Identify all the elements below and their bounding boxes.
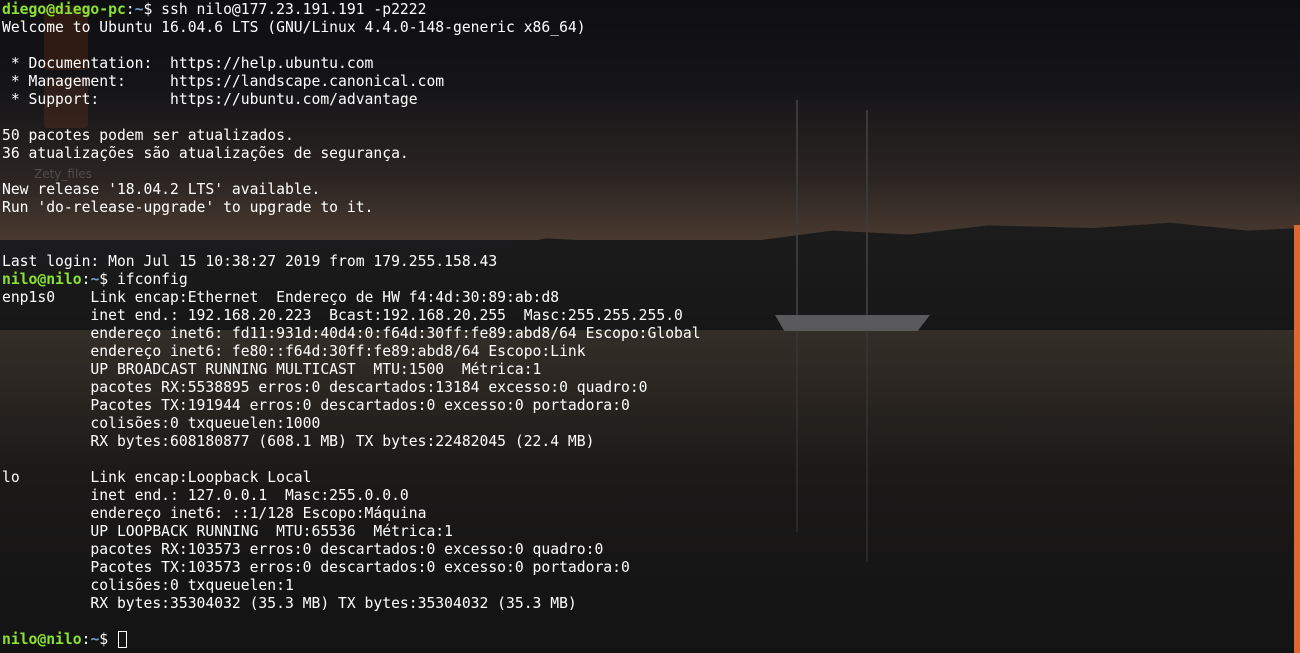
motd-line (2, 37, 1292, 55)
ifconfig-command-line: nilo@nilo:~$ ifconfig (2, 271, 188, 288)
command-text: ssh nilo@177.23.191.191 -p2222 (161, 1, 427, 18)
prompt-user: nilo@nilo (2, 631, 82, 648)
ifconfig-output: enp1s0 Link encap:Ethernet Endereço de H… (2, 289, 1292, 631)
terminal-window[interactable]: Zety_files diego@diego-pc:~$ ssh nilo@17… (0, 0, 1300, 653)
ifconfig-line: endereço inet6: fe80::f64d:30ff:fe89:abd… (2, 343, 586, 360)
motd-block: Welcome to Ubuntu 16.04.6 LTS (GNU/Linux… (2, 19, 1292, 271)
ifconfig-line (2, 613, 1292, 631)
ifconfig-line: inet end.: 192.168.20.223 Bcast:192.168.… (2, 307, 683, 324)
ifconfig-line: pacotes RX:5538895 erros:0 descartados:1… (2, 379, 648, 396)
motd-line: * Support: https://ubuntu.com/advantage (2, 91, 418, 108)
ifconfig-line: pacotes RX:103573 erros:0 descartados:0 … (2, 541, 604, 558)
motd-line: * Documentation: https://help.ubuntu.com (2, 55, 374, 72)
ssh-command-line: diego@diego-pc:~$ ssh nilo@177.23.191.19… (2, 1, 427, 18)
motd-line: Run 'do-release-upgrade' to upgrade to i… (2, 199, 374, 216)
motd-line (2, 109, 1292, 127)
motd-line: 36 atualizações são atualizações de segu… (2, 145, 409, 162)
window-edge-accent (1294, 225, 1300, 653)
text-cursor[interactable] (117, 631, 127, 648)
motd-line: 50 pacotes podem ser atualizados. (2, 127, 294, 144)
motd-line (2, 163, 1292, 181)
ifconfig-line: RX bytes:608180877 (608.1 MB) TX bytes:2… (2, 433, 595, 450)
terminal-output: diego@diego-pc:~$ ssh nilo@177.23.191.19… (2, 1, 1292, 649)
prompt-user: nilo@nilo (2, 271, 82, 288)
ifconfig-line: UP BROADCAST RUNNING MULTICAST MTU:1500 … (2, 361, 542, 378)
active-prompt-line[interactable]: nilo@nilo:~$ (2, 631, 1292, 649)
ifconfig-line: lo Link encap:Loopback Local (2, 469, 312, 486)
motd-line (2, 235, 1292, 253)
ifconfig-line: RX bytes:35304032 (35.3 MB) TX bytes:353… (2, 595, 577, 612)
motd-line: Welcome to Ubuntu 16.04.6 LTS (GNU/Linux… (2, 19, 586, 36)
motd-line: New release '18.04.2 LTS' available. (2, 181, 321, 198)
command-text: ifconfig (116, 271, 188, 288)
ifconfig-line: UP LOOPBACK RUNNING MTU:65536 Métrica:1 (2, 523, 453, 540)
ifconfig-line: endereço inet6: fd11:931d:40d4:0:f64d:30… (2, 325, 701, 342)
motd-line (2, 217, 1292, 235)
prompt-path: ~ (90, 271, 100, 288)
ifconfig-line: inet end.: 127.0.0.1 Masc:255.0.0.0 (2, 487, 409, 504)
ifconfig-line: colisões:0 txqueuelen:1 (2, 577, 294, 594)
prompt-path: ~ (90, 631, 100, 648)
prompt-user: diego@diego-pc (2, 1, 126, 18)
ifconfig-line (2, 451, 1292, 469)
ifconfig-line: Pacotes TX:191944 erros:0 descartados:0 … (2, 397, 630, 414)
ifconfig-line: endereço inet6: ::1/128 Escopo:Máquina (2, 505, 427, 522)
motd-line: Last login: Mon Jul 15 10:38:27 2019 fro… (2, 253, 498, 270)
ifconfig-line: enp1s0 Link encap:Ethernet Endereço de H… (2, 289, 560, 306)
prompt-path: ~ (134, 1, 144, 18)
motd-line: * Management: https://landscape.canonica… (2, 73, 445, 90)
ifconfig-line: colisões:0 txqueuelen:1000 (2, 415, 321, 432)
ifconfig-line: Pacotes TX:103573 erros:0 descartados:0 … (2, 559, 630, 576)
